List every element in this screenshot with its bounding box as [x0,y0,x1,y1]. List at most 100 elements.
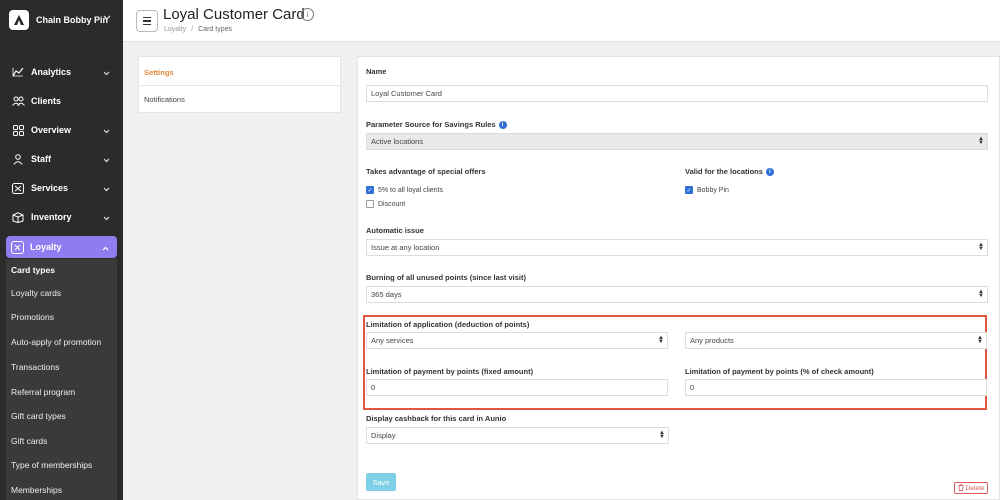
breadcrumb: Loyalty / Card types [164,26,232,33]
offer-1-label: 5% to all loyal clients [378,186,443,194]
submenu-referral-program[interactable]: Referral program [11,387,75,397]
limitation-products-value: Any products [690,336,734,345]
chevron-down-icon [103,155,110,165]
submenu-type-of-memberships[interactable]: Type of memberships [11,460,92,470]
info-icon[interactable]: i [301,8,314,21]
chevron-down-icon [103,213,110,223]
select-arrows-icon: ▲ ▼ [658,335,664,345]
chevron-down-icon [103,14,111,23]
limit-fixed-input[interactable]: 0 [366,379,668,396]
chevron-down-icon [103,68,110,78]
brand-switcher[interactable]: Chain Bobby Pin [0,0,123,40]
limit-fixed-value: 0 [371,383,376,392]
auto-issue-label: Automatic issue [366,226,424,235]
burning-value: 365 days [371,290,402,299]
sidebar-item-services[interactable]: Services [0,175,123,201]
limitation-products-select[interactable]: Any products ▲ ▼ [685,332,987,349]
grid-icon [11,123,25,137]
auto-issue-select[interactable]: Issue at any location ▲ ▼ [366,239,988,256]
select-arrows-icon: ▲ ▼ [978,289,984,299]
chevron-up-icon [102,243,109,253]
sidebar: Chain Bobby Pin Analytics Clients Overvi… [0,0,123,500]
info-icon[interactable]: i [765,168,774,177]
select-arrows-icon: ▲ ▼ [978,242,984,252]
trash-icon [958,483,964,493]
sidebar-item-label: Overview [31,125,72,135]
valid-locations-label-text: Valid for the locations [685,167,763,176]
checkbox-checked-icon[interactable]: ✓ [366,186,374,194]
submenu-promotions[interactable]: Promotions [11,312,54,322]
sidebar-item-clients[interactable]: Clients [0,88,123,114]
param-source-value: Active locations [371,137,424,146]
name-label: Name [366,67,387,76]
submenu-loyalty-cards[interactable]: Loyalty cards [11,288,61,298]
delete-button[interactable]: Delete [954,482,988,494]
limitation-label: Limitation of application (deduction of … [366,320,530,329]
scissors-icon [11,181,25,195]
name-field[interactable]: Loyal Customer Card [366,85,988,102]
cashback-select[interactable]: Display ▲ ▼ [366,427,669,444]
burning-label: Burning of all unused points (since last… [366,273,527,282]
user-icon [11,152,25,166]
users-icon [11,94,25,108]
param-source-label-text: Parameter Source for Savings Rules [366,120,496,129]
chart-line-icon [11,65,25,79]
offer-2-checkbox[interactable]: Discount [366,200,405,208]
location-1-checkbox[interactable]: ✓ Bobby Pin [685,186,729,194]
chevron-down-icon [103,126,110,136]
loyalty-submenu: Card types Loyalty cards Promotions Auto… [6,259,117,500]
limitation-services-value: Any services [371,336,414,345]
submenu-card-types[interactable]: Card types [11,265,55,275]
sidebar-item-staff[interactable]: Staff [0,146,123,172]
offer-1-checkbox[interactable]: ✓ 5% to all loyal clients [366,186,443,194]
sidebar-item-label: Inventory [31,212,72,222]
divider [139,85,340,86]
submenu-gift-card-types[interactable]: Gift card types [11,411,66,421]
brand-name: Chain Bobby Pin [36,15,108,25]
brand-logo [9,10,29,30]
submenu-memberships[interactable]: Memberships [11,485,62,495]
special-offers-label: Takes advantage of special offers [366,167,486,176]
param-source-select[interactable]: Active locations ▲ ▼ [366,133,988,150]
limit-percent-value: 0 [690,383,695,392]
select-arrows-icon: ▲ ▼ [977,335,983,345]
sidebar-item-label: Analytics [31,67,72,77]
cashback-value: Display [371,431,396,440]
sidebar-item-label: Services [31,183,69,193]
breadcrumb-loyalty[interactable]: Loyalty [164,26,186,33]
sidebar-item-label: Loyalty [30,242,62,252]
auto-issue-value: Issue at any location [371,243,440,252]
select-arrows-icon: ▲ ▼ [659,430,665,440]
loyalty-icon [11,240,24,254]
param-source-label: Parameter Source for Savings Rules i [366,120,507,130]
submenu-transactions[interactable]: Transactions [11,362,59,372]
sidebar-item-label: Staff [31,154,51,164]
burning-select[interactable]: 365 days ▲ ▼ [366,286,988,303]
valid-locations-label: Valid for the locations i [685,167,774,177]
box-icon [11,210,25,224]
sidebar-item-label: Clients [31,96,62,106]
tab-settings[interactable]: Settings [144,68,174,77]
checkbox-unchecked-icon[interactable] [366,200,374,208]
tab-notifications[interactable]: Notifications [144,95,185,104]
select-arrows-icon: ▲ ▼ [978,136,984,146]
breadcrumb-separator: / [191,26,194,33]
limit-fixed-label: Limitation of payment by points (fixed a… [366,367,534,376]
breadcrumb-card-types: Card types [198,26,232,33]
submenu-gift-cards[interactable]: Gift cards [11,436,47,446]
hamburger-menu-button[interactable] [136,10,158,32]
cashback-label: Display cashback for this card in Aunio [366,414,507,423]
sidebar-item-inventory[interactable]: Inventory [0,204,123,230]
sidebar-item-loyalty[interactable]: Loyalty [6,236,117,258]
sidebar-item-overview[interactable]: Overview [0,117,123,143]
info-icon[interactable]: i [498,121,507,130]
sidebar-item-analytics[interactable]: Analytics [0,59,123,85]
location-1-label: Bobby Pin [697,186,729,194]
limitation-services-select[interactable]: Any services ▲ ▼ [366,332,668,349]
page-header: Loyal Customer Card i Loyalty / Card types [123,0,1000,42]
limit-percent-input[interactable]: 0 [685,379,987,396]
checkbox-checked-icon[interactable]: ✓ [685,186,693,194]
save-button[interactable]: Save [366,473,396,491]
submenu-auto-apply[interactable]: Auto-apply of promotion [11,337,101,347]
offer-2-label: Discount [378,200,406,208]
